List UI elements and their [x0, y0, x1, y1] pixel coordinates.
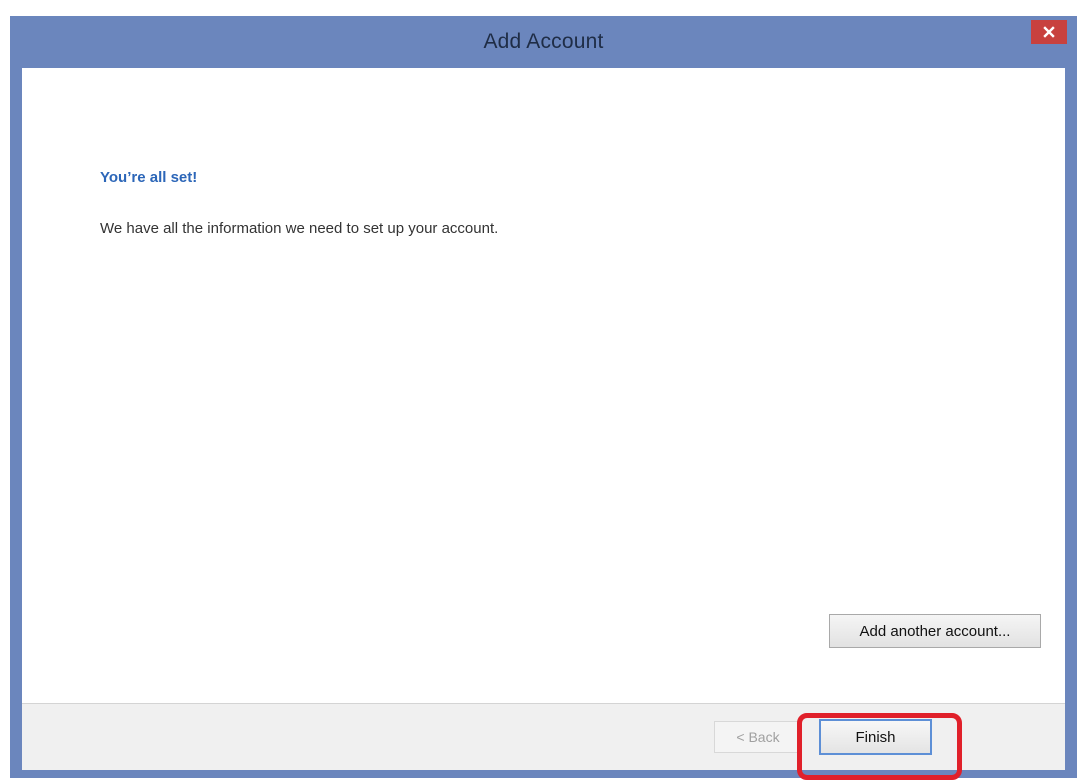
- status-heading: You’re all set!: [100, 169, 198, 186]
- status-message: We have all the information we need to s…: [100, 220, 499, 237]
- add-another-account-button[interactable]: Add another account...: [829, 614, 1041, 648]
- window-title: Add Account: [483, 30, 604, 53]
- dialog-content: You’re all set! We have all the informat…: [22, 68, 1065, 703]
- finish-button[interactable]: Finish: [819, 719, 932, 755]
- close-button[interactable]: [1031, 20, 1067, 44]
- add-account-dialog: Add Account You’re all set! We have all …: [10, 16, 1077, 778]
- back-button[interactable]: < Back: [714, 721, 802, 753]
- title-bar: Add Account: [10, 16, 1077, 68]
- close-icon: [1043, 26, 1055, 38]
- dialog-footer: < Back Finish: [22, 703, 1065, 770]
